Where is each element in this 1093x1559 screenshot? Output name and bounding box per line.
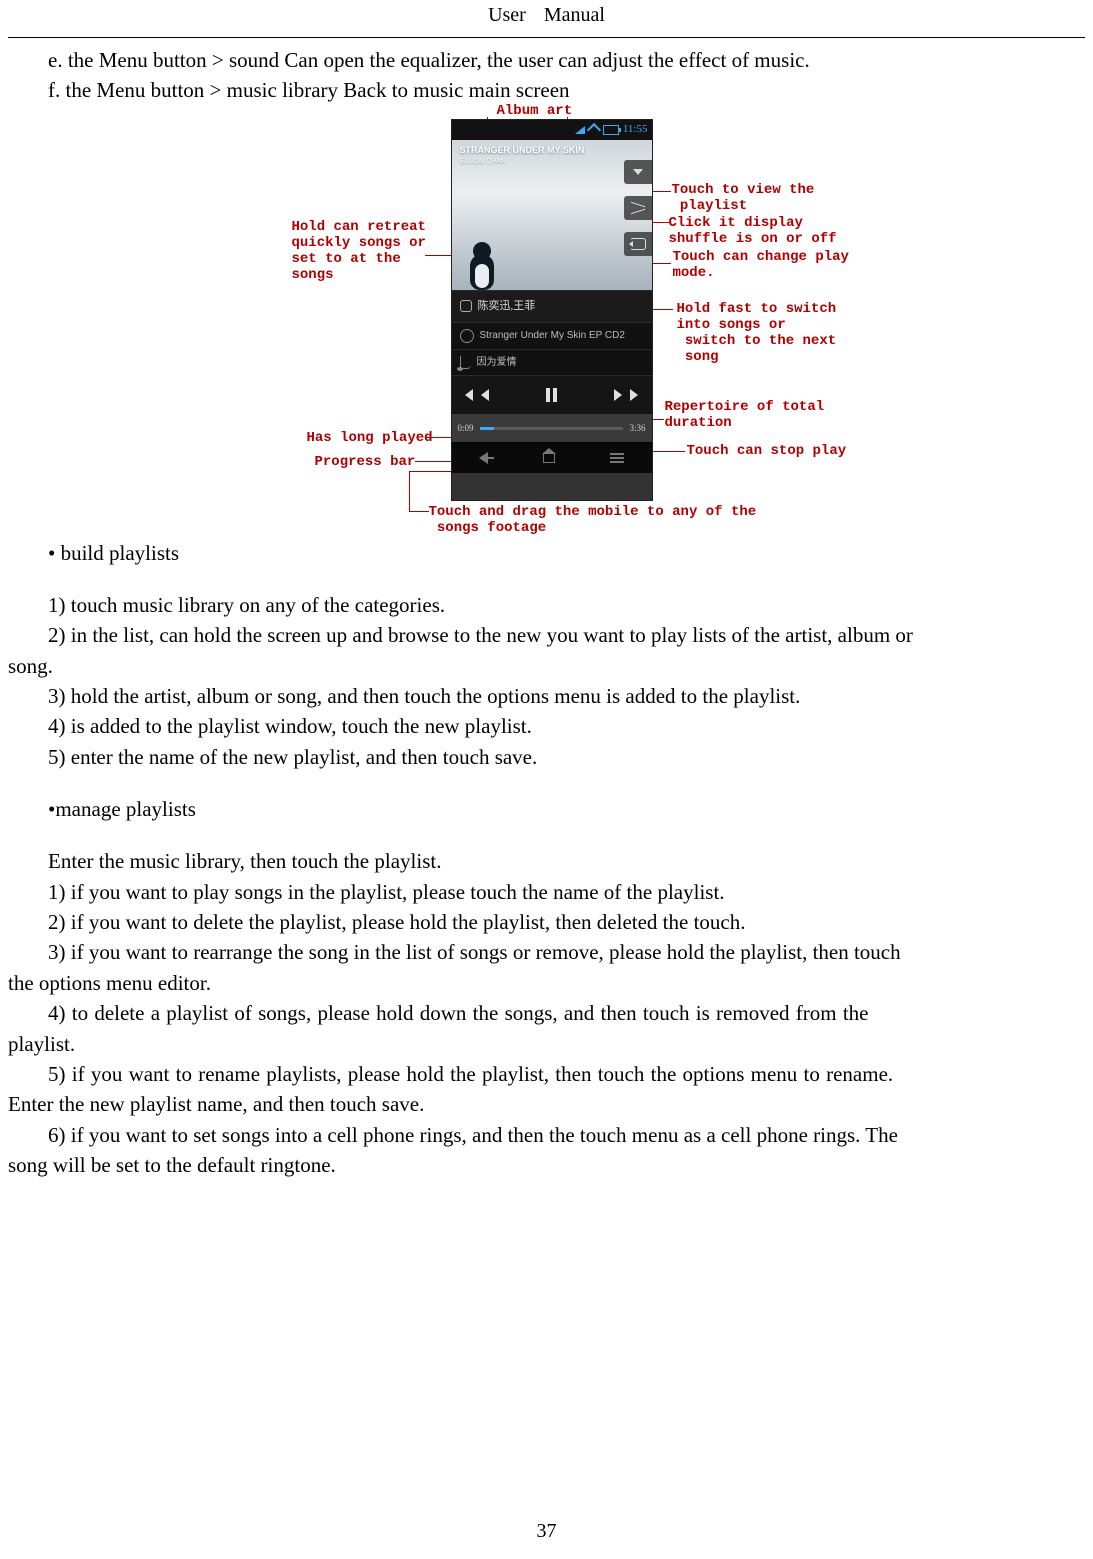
playlist-button[interactable]: [624, 160, 652, 184]
step-m1: 1) if you want to play songs in the play…: [8, 878, 1085, 906]
step-m3b: the options menu editor.: [8, 969, 1085, 997]
track-row[interactable]: 因为爱情: [452, 349, 652, 376]
side-buttons: [624, 160, 652, 256]
previous-icon: [481, 389, 489, 401]
status-clock: 11:55: [623, 122, 648, 137]
step-m2: 2) if you want to delete the playlist, p…: [8, 908, 1085, 936]
progress-bar[interactable]: [480, 427, 624, 430]
callout-shuffle: Click it display shuffle is on or off: [669, 215, 837, 247]
spacer: [8, 773, 1085, 795]
shuffle-icon: [631, 203, 645, 213]
step-m4a: 4) to delete a playlist of songs, please…: [8, 999, 1085, 1027]
pause-icon: [546, 388, 557, 402]
step-m5a: 5) if you want to rename playlists, plea…: [8, 1060, 1085, 1088]
step-b2b: song.: [8, 652, 1085, 680]
track-title: 因为爱情: [477, 356, 517, 370]
step-b3: 3) hold the artist, album or song, and t…: [8, 682, 1085, 710]
time-elapsed: 0:09: [458, 422, 474, 434]
step-b4: 4) is added to the playlist window, touc…: [8, 712, 1085, 740]
signal-icon: [575, 126, 585, 134]
callout-duration: Repertoire of total duration: [665, 399, 825, 431]
menu-icon[interactable]: [610, 453, 624, 463]
page: User Manual e. the Menu button > sound Ca…: [0, 0, 1093, 1559]
step-b1: 1) touch music library on any of the cat…: [8, 591, 1085, 619]
nav-bar: [452, 442, 652, 473]
step-m6b: song will be set to the default ringtone…: [8, 1151, 1085, 1179]
chevron-down-icon: [633, 169, 643, 175]
artist-names: 陈奕迅,王菲: [478, 299, 536, 314]
track-list: Stranger Under My Skin EP CD2 因为爱情: [452, 322, 652, 376]
step-m6a: 6) if you want to set songs into a cell …: [8, 1121, 1085, 1149]
disc-icon: [460, 329, 474, 343]
callout-has-long-played: Has long played: [307, 430, 433, 446]
header-right: Manual: [544, 4, 605, 26]
artist-row[interactable]: 陈奕迅,王菲: [452, 290, 652, 322]
next-button[interactable]: [608, 385, 628, 405]
progress-row: 0:09 3:36: [452, 414, 652, 442]
callout-hold-next: Hold fast to switch into songs or switch…: [677, 301, 837, 365]
callout-stop-play: Touch can stop play: [687, 443, 847, 459]
body-text: e. the Menu button > sound Can open the …: [8, 46, 1085, 1179]
step-b5: 5) enter the name of the new playlist, a…: [8, 743, 1085, 771]
track-title: Stranger Under My Skin EP CD2: [480, 329, 625, 343]
callout-view-playlist: Touch to view the playlist: [672, 182, 815, 214]
step-m3a: 3) if you want to rearrange the song in …: [8, 938, 1085, 966]
artist-icon: [460, 300, 472, 312]
leader-line: [409, 471, 410, 511]
leader-line: [409, 511, 429, 512]
repeat-icon: [630, 238, 646, 250]
heading-manage-playlists: •manage playlists: [8, 795, 1085, 823]
album-title-overlay: STRANGER UNDER MY SKIN EASON CHAN: [460, 146, 585, 166]
header-rule: [8, 37, 1085, 38]
step-m5b: Enter the new playlist name, and then to…: [8, 1090, 1085, 1118]
callout-progress-bar: Progress bar: [315, 454, 416, 470]
battery-icon: [603, 125, 619, 135]
album-subtitle: EASON CHAN: [460, 158, 506, 165]
page-header: User Manual: [8, 0, 1085, 33]
wifi-icon: [587, 123, 601, 137]
header-left: User: [488, 4, 526, 26]
album-art[interactable]: STRANGER UNDER MY SKIN EASON CHAN: [452, 140, 652, 290]
repeat-button[interactable]: [624, 232, 652, 256]
step-b2a: 2) in the list, can hold the screen up a…: [8, 621, 1085, 649]
line-e: e. the Menu button > sound Can open the …: [8, 46, 1085, 74]
time-total: 3:36: [629, 422, 645, 434]
home-icon[interactable]: [543, 453, 555, 463]
playback-controls: [452, 375, 652, 414]
callout-change-mode: Touch can change play mode.: [673, 249, 849, 281]
pause-button[interactable]: [541, 385, 561, 405]
shuffle-button[interactable]: [624, 196, 652, 220]
status-bar: 11:55: [452, 120, 652, 140]
track-row[interactable]: Stranger Under My Skin EP CD2: [452, 322, 652, 349]
callout-drag: Touch and drag the mobile to any of the …: [429, 504, 757, 536]
callout-album-art: Album art: [497, 103, 573, 119]
back-icon[interactable]: [479, 452, 488, 464]
music-player-figure: Album art Hold can retreat quickly songs…: [197, 109, 897, 529]
heading-build-playlists: • build playlists: [8, 539, 1085, 567]
next-icon: [614, 389, 622, 401]
spacer: [8, 825, 1085, 847]
callout-hold-retreat: Hold can retreat quickly songs or set to…: [292, 219, 426, 283]
spacer: [8, 569, 1085, 591]
previous-button[interactable]: [475, 385, 495, 405]
page-number: 37: [0, 1518, 1093, 1545]
step-m0: Enter the music library, then touch the …: [8, 847, 1085, 875]
album-title: STRANGER UNDER MY SKIN: [460, 145, 585, 155]
phone-screenshot: 11:55 STRANGER UNDER MY SKIN EASON CHAN: [451, 119, 653, 501]
album-artwork-figure: [464, 236, 500, 290]
step-m4b: playlist.: [8, 1030, 1085, 1058]
note-icon: [460, 356, 471, 369]
line-f: f. the Menu button > music library Back …: [8, 76, 1085, 104]
